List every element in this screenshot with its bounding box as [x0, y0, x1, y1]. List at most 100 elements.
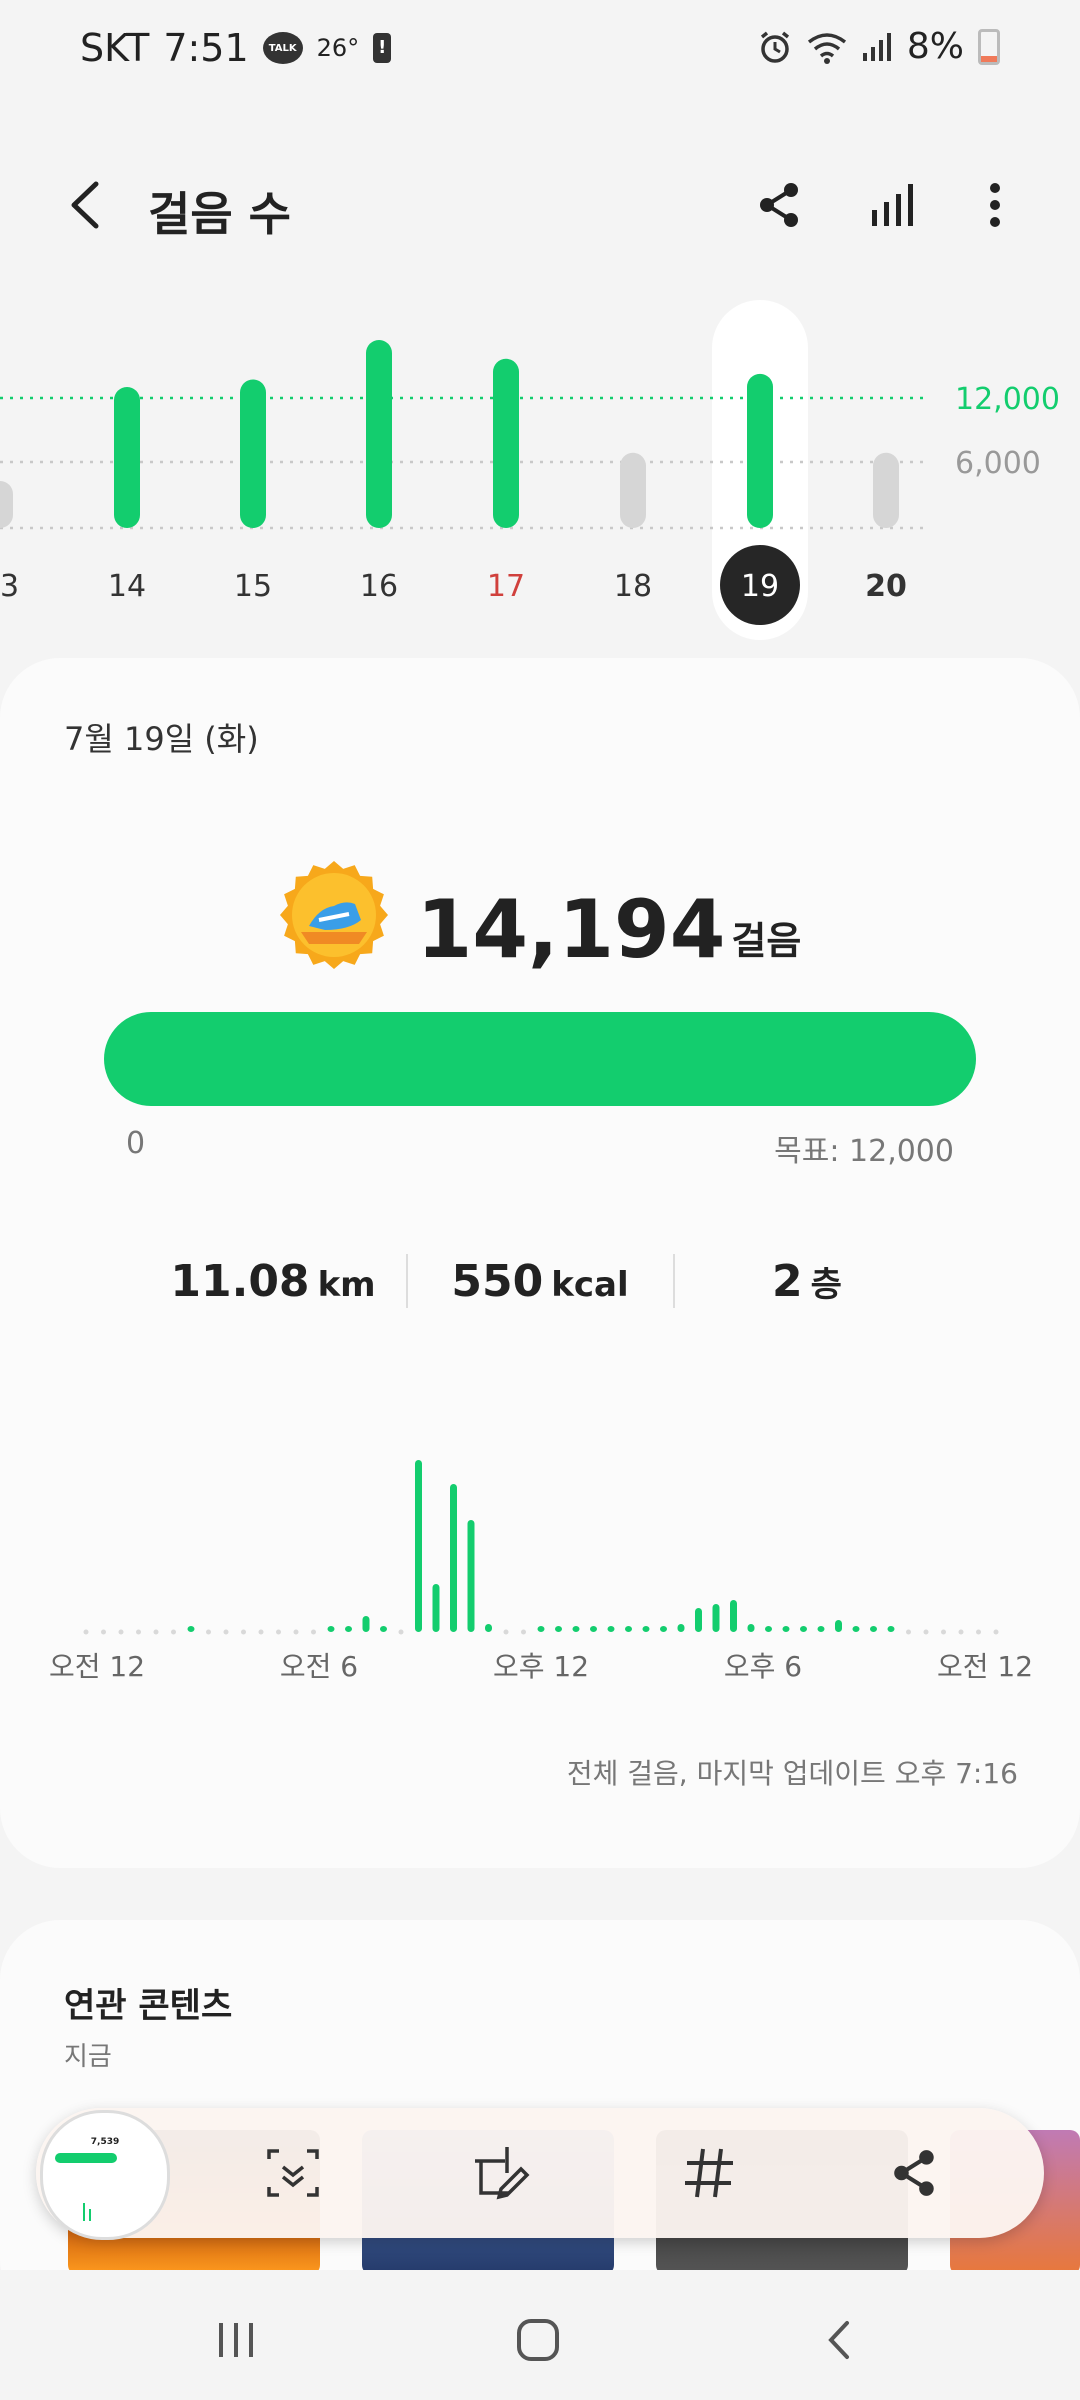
- more-icon: [990, 183, 1000, 227]
- hourly-bar: [660, 1626, 667, 1632]
- hourly-bar: [362, 1616, 370, 1632]
- x-tick-label: 오전 12: [937, 1650, 1033, 1683]
- hourly-bar: [206, 1629, 211, 1635]
- hourly-bar: [852, 1626, 860, 1632]
- hourly-bar: [782, 1626, 790, 1632]
- hourly-bar: [327, 1626, 335, 1632]
- week-day-label[interactable]: 18: [614, 569, 652, 604]
- steps-summary: 14,194 걸음: [0, 860, 1080, 970]
- back-icon: [71, 181, 99, 229]
- clock: 7:51: [163, 26, 249, 70]
- alert-icon: !: [373, 33, 392, 63]
- hourly-bar: [503, 1629, 509, 1635]
- hourly-bar: [993, 1629, 999, 1635]
- steps-count: 14,194: [416, 883, 726, 976]
- edit-button[interactable]: [456, 2128, 546, 2218]
- hourly-bar: [835, 1620, 842, 1632]
- temperature: 26°: [316, 34, 360, 62]
- hourly-bar: [572, 1626, 580, 1632]
- hourly-bar: [555, 1626, 562, 1632]
- hourly-bar: [712, 1604, 720, 1632]
- hourly-bar: [398, 1629, 404, 1635]
- hashtag-icon: [685, 2148, 733, 2198]
- hourly-bar: [276, 1629, 281, 1635]
- hourly-bar: [118, 1629, 124, 1635]
- x-tick-label: 오전 12: [49, 1650, 145, 1683]
- wifi-icon: [807, 32, 846, 64]
- home-button[interactable]: [498, 2300, 578, 2380]
- calories-unit: kcal: [551, 1264, 629, 1305]
- week-day-label[interactable]: 19: [741, 569, 779, 604]
- hourly-bar: [800, 1626, 807, 1632]
- week-bar-15[interactable]: [240, 379, 266, 528]
- week-day-label[interactable]: 16: [360, 569, 398, 604]
- share-button[interactable]: [745, 170, 815, 240]
- related-subtitle: 지금: [64, 2042, 112, 2072]
- weekly-steps-chart[interactable]: 12,000 6,000 13 14 15 16 17 18 19 20: [0, 290, 1080, 650]
- status-bar-right: 8%: [757, 26, 1000, 67]
- hourly-bar: [765, 1626, 772, 1632]
- hourly-bar: [83, 1629, 89, 1635]
- hourly-bar: [747, 1624, 755, 1632]
- screenshot-preview[interactable]: 7,539: [40, 2110, 170, 2240]
- back-nav-button[interactable]: [800, 2300, 880, 2380]
- floors-value: 2: [772, 1255, 803, 1307]
- back-button[interactable]: [58, 170, 118, 240]
- week-bar-13[interactable]: [0, 481, 13, 528]
- hourly-bar: [941, 1629, 946, 1635]
- mid-label: 6,000: [955, 446, 1041, 481]
- hourly-bar: [467, 1520, 475, 1632]
- hourly-bar: [976, 1629, 981, 1635]
- update-note: 전체 걸음, 마지막 업데이트 오후 7:16: [566, 1757, 1018, 1790]
- hourly-bar: [887, 1626, 895, 1632]
- recents-icon: [219, 2323, 253, 2357]
- preview-bar: [89, 2209, 91, 2221]
- hourly-bar: [590, 1626, 597, 1632]
- share-screenshot-button[interactable]: [870, 2128, 960, 2218]
- week-day-label[interactable]: 14: [108, 569, 146, 604]
- steps-unit: 걸음: [731, 919, 802, 963]
- week-bar-19[interactable]: [747, 373, 773, 528]
- scroll-capture-button[interactable]: [248, 2128, 338, 2218]
- sneaker-badge-icon: [279, 861, 388, 969]
- hourly-bar: [870, 1626, 877, 1632]
- floors-unit: 층: [810, 1264, 842, 1305]
- hourly-bar: [258, 1629, 264, 1635]
- edit-icon: [475, 2147, 530, 2200]
- week-day-label[interactable]: 13: [0, 569, 19, 604]
- progress-start-label: 0: [126, 1126, 146, 1161]
- signal-icon: [862, 32, 891, 61]
- more-options-button[interactable]: [960, 170, 1030, 240]
- goal-label: 목표: 12,000: [774, 1134, 954, 1169]
- hourly-bar: [730, 1600, 737, 1632]
- hourly-bar: [171, 1629, 176, 1635]
- week-bar-18[interactable]: [620, 452, 646, 528]
- week-bar-16[interactable]: [366, 340, 392, 528]
- scroll-capture-icon: [267, 2149, 319, 2197]
- hourly-bar: [187, 1626, 195, 1632]
- week-day-label[interactable]: 15: [234, 569, 272, 604]
- recents-button[interactable]: [196, 2300, 276, 2380]
- week-bar-20[interactable]: [873, 452, 899, 528]
- calories-stat: 550 kcal: [408, 1256, 673, 1307]
- hourly-bar: [345, 1626, 352, 1632]
- trends-button[interactable]: [858, 170, 928, 240]
- hourly-bar: [625, 1626, 632, 1632]
- preview-progress: [55, 2153, 117, 2163]
- hourly-bar: [958, 1629, 964, 1635]
- status-bar-left: SKT 7:51 TALK 26° !: [80, 26, 392, 70]
- hourly-bar: [485, 1624, 492, 1632]
- week-day-label[interactable]: 20: [865, 569, 907, 604]
- page-title: 걸음 수: [148, 187, 291, 241]
- related-title: 연관 콘텐츠: [64, 1986, 233, 2026]
- x-tick-label: 오전 6: [280, 1650, 358, 1683]
- hashtag-button[interactable]: [664, 2128, 754, 2218]
- hourly-bar: [153, 1629, 159, 1635]
- week-bar-14[interactable]: [114, 387, 140, 528]
- week-day-label[interactable]: 17: [487, 569, 525, 604]
- week-bar-17[interactable]: [493, 358, 519, 528]
- floors-stat: 2층: [675, 1256, 940, 1307]
- hourly-bar: [223, 1629, 229, 1635]
- hourly-bar: [241, 1629, 246, 1635]
- hourly-bar: [537, 1626, 545, 1632]
